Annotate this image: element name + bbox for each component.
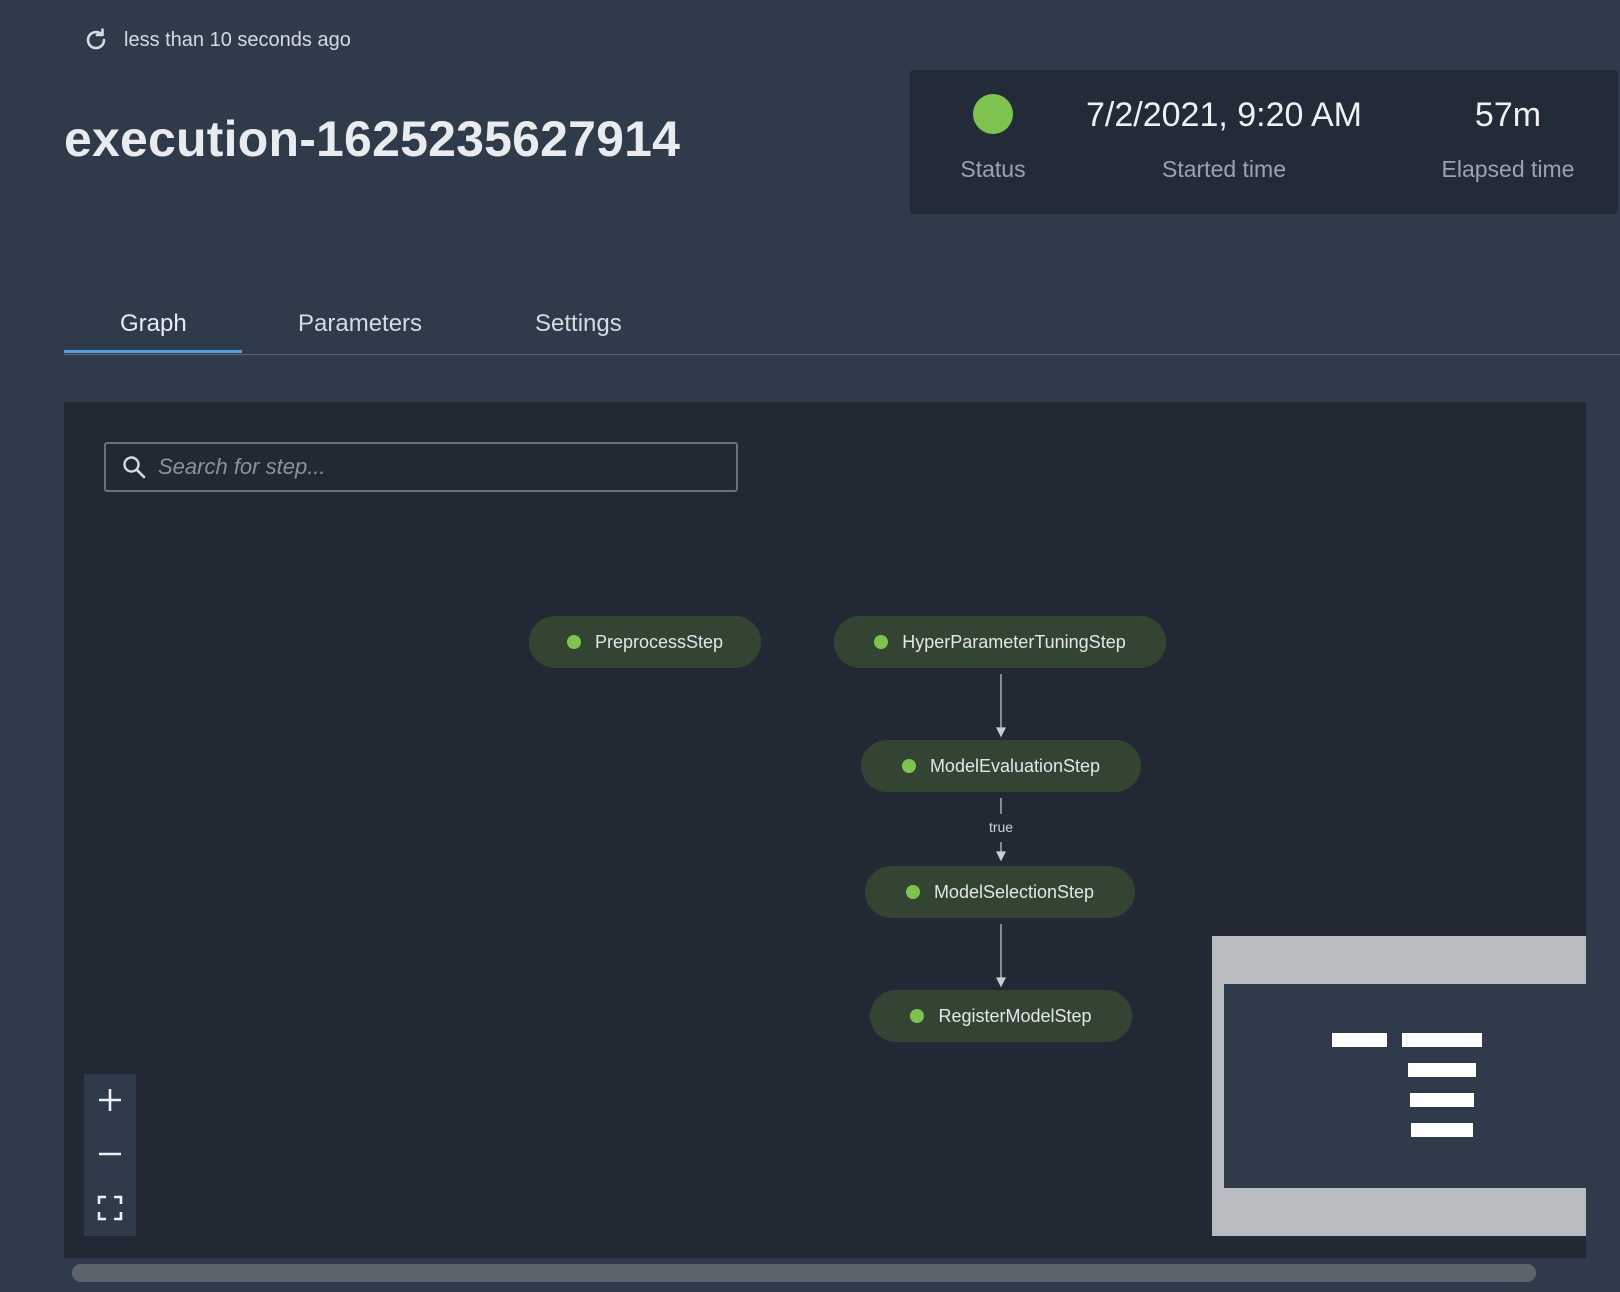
tab-bar: Graph Parameters Settings xyxy=(64,300,1620,355)
minimap-viewport[interactable] xyxy=(1224,984,1586,1188)
refresh-row: less than 10 seconds ago xyxy=(82,26,351,54)
node-status-dot xyxy=(566,635,581,649)
last-refreshed-text: less than 10 seconds ago xyxy=(124,28,351,51)
minimap-node xyxy=(1410,1093,1474,1107)
started-time-value: 7/2/2021, 9:20 AM xyxy=(1086,96,1362,134)
minimap-node xyxy=(1332,1033,1387,1047)
minimap-node xyxy=(1411,1123,1473,1137)
horizontal-scrollbar[interactable] xyxy=(72,1264,1536,1282)
node-label: ModelSelectionStep xyxy=(933,881,1095,902)
fit-view-icon xyxy=(97,1195,123,1221)
node-status-dot xyxy=(874,635,889,649)
arrowhead-icon xyxy=(996,977,1006,988)
started-time-label: Started time xyxy=(1162,156,1286,182)
tab-settings[interactable]: Settings xyxy=(535,310,622,338)
edge-label: true xyxy=(988,819,1014,835)
elapsed-time-value: 57m xyxy=(1474,96,1542,134)
graph-minimap[interactable] xyxy=(1212,936,1586,1236)
zoom-in-icon xyxy=(99,1089,121,1111)
graph-node-preprocess[interactable]: PreprocessStep xyxy=(529,616,761,668)
node-label: HyperParameterTuningStep xyxy=(902,631,1126,652)
elapsed-time-column: 57m Elapsed time xyxy=(1408,70,1608,214)
arrowhead-icon xyxy=(996,727,1006,738)
zoom-out-icon xyxy=(99,1152,121,1156)
tab-graph[interactable]: Graph xyxy=(120,310,187,338)
status-indicator-wrap xyxy=(930,90,1056,140)
graph-node-model-selection[interactable]: ModelSelectionStep xyxy=(865,866,1135,918)
node-label: RegisterModelStep xyxy=(938,1005,1092,1026)
tab-parameters[interactable]: Parameters xyxy=(298,310,422,338)
pipeline-execution-page: less than 10 seconds ago execution-16252… xyxy=(0,0,1620,1292)
graph-node-register-model[interactable]: RegisterModelStep xyxy=(870,990,1132,1042)
graph-node-model-evaluation[interactable]: ModelEvaluationStep xyxy=(861,740,1141,792)
minimap-node xyxy=(1408,1063,1476,1077)
graph-node-hyperparameter-tuning[interactable]: HyperParameterTuningStep xyxy=(834,616,1166,668)
zoom-out-button[interactable] xyxy=(84,1128,136,1180)
node-status-dot xyxy=(905,885,920,899)
arrowhead-icon xyxy=(996,851,1006,862)
refresh-icon[interactable] xyxy=(82,26,110,54)
status-column: Status xyxy=(930,70,1056,214)
node-status-dot xyxy=(901,759,916,773)
zoom-controls xyxy=(84,1074,136,1236)
execution-summary-panel: Status 7/2/2021, 9:20 AM Started time 57… xyxy=(910,70,1618,214)
active-tab-indicator xyxy=(64,350,242,353)
minimap-node xyxy=(1402,1033,1482,1047)
node-status-dot xyxy=(910,1009,925,1023)
fit-view-button[interactable] xyxy=(84,1182,136,1234)
node-label: PreprocessStep xyxy=(594,631,724,652)
graph-canvas[interactable]: true PreprocessStep HyperParameterTuning… xyxy=(64,402,1586,1258)
node-label: ModelEvaluationStep xyxy=(929,755,1101,776)
elapsed-time-label: Elapsed time xyxy=(1441,156,1575,182)
page-title: execution-1625235627914 xyxy=(64,111,681,167)
zoom-in-button[interactable] xyxy=(84,1074,136,1126)
started-time-column: 7/2/2021, 9:20 AM Started time xyxy=(1056,70,1392,214)
status-label: Status xyxy=(960,156,1026,182)
status-indicator xyxy=(973,94,1013,134)
